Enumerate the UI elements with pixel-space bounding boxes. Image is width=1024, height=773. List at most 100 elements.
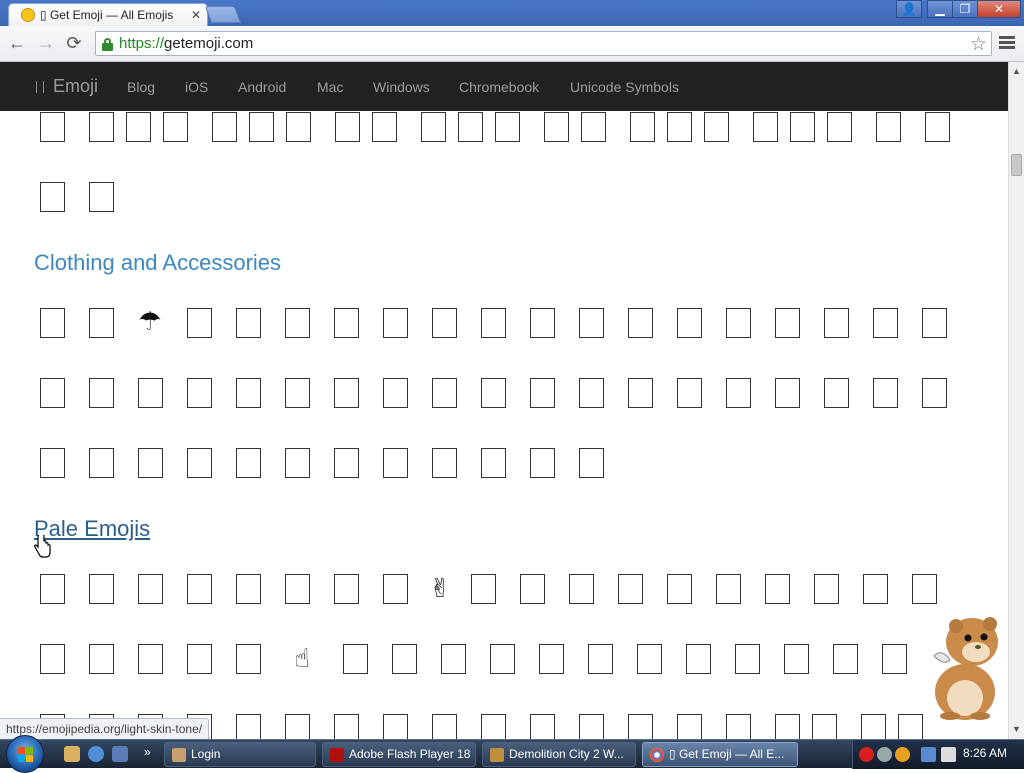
quicklaunch-expand-icon[interactable]: » bbox=[144, 745, 151, 759]
nav-link-android[interactable]: Android bbox=[238, 79, 286, 95]
emoji-glyph-box[interactable] bbox=[286, 112, 311, 142]
emoji-glyph-box[interactable] bbox=[236, 714, 261, 739]
emoji-glyph-box[interactable] bbox=[40, 112, 65, 142]
emoji-glyph-box[interactable] bbox=[882, 644, 907, 674]
pointing-up-icon[interactable]: ☝ bbox=[287, 642, 317, 674]
emoji-glyph-box[interactable] bbox=[579, 448, 604, 478]
emoji-glyph-box[interactable] bbox=[89, 112, 114, 142]
emoji-glyph-box[interactable] bbox=[579, 378, 604, 408]
emoji-glyph-box[interactable] bbox=[40, 308, 65, 338]
network-icon[interactable] bbox=[921, 747, 936, 762]
nav-link-ios[interactable]: iOS bbox=[185, 79, 208, 95]
emoji-glyph-box[interactable] bbox=[89, 644, 114, 674]
emoji-glyph-box[interactable] bbox=[383, 448, 408, 478]
umbrella-icon[interactable]: ☂ bbox=[135, 305, 165, 337]
emoji-glyph-box[interactable] bbox=[530, 378, 555, 408]
emoji-glyph-box[interactable] bbox=[334, 308, 359, 338]
emoji-glyph-box[interactable] bbox=[569, 574, 594, 604]
bookmark-star-icon[interactable]: ☆ bbox=[970, 33, 987, 56]
emoji-glyph-box[interactable] bbox=[138, 378, 163, 408]
emoji-glyph-box[interactable] bbox=[490, 644, 515, 674]
emoji-glyph-box[interactable] bbox=[187, 574, 212, 604]
new-tab-button[interactable] bbox=[204, 6, 242, 23]
section-heading-pale-emojis[interactable]: Pale Emojis bbox=[34, 516, 150, 542]
emoji-glyph-box[interactable] bbox=[539, 644, 564, 674]
start-button[interactable] bbox=[6, 735, 44, 773]
emoji-glyph-box[interactable] bbox=[372, 112, 397, 142]
emoji-glyph-box[interactable] bbox=[618, 574, 643, 604]
emoji-glyph-box[interactable] bbox=[581, 112, 606, 142]
emoji-glyph-box[interactable] bbox=[285, 308, 310, 338]
tab-close-icon[interactable]: ✕ bbox=[191, 8, 201, 22]
emoji-glyph-box[interactable] bbox=[187, 448, 212, 478]
emoji-glyph-box[interactable] bbox=[335, 112, 360, 142]
emoji-glyph-box[interactable] bbox=[432, 378, 457, 408]
emoji-glyph-box[interactable] bbox=[863, 574, 888, 604]
emoji-glyph-box[interactable] bbox=[588, 644, 613, 674]
emoji-glyph-box[interactable] bbox=[637, 644, 662, 674]
emoji-glyph-box[interactable] bbox=[40, 574, 65, 604]
volume-icon[interactable] bbox=[941, 747, 956, 762]
quicklaunch-desktop-icon[interactable] bbox=[112, 746, 128, 762]
emoji-glyph-box[interactable] bbox=[40, 182, 65, 212]
security-alert-icon[interactable] bbox=[859, 747, 874, 762]
emoji-glyph-box[interactable] bbox=[138, 574, 163, 604]
emoji-glyph-box[interactable] bbox=[628, 378, 653, 408]
emoji-glyph-box[interactable] bbox=[677, 308, 702, 338]
emoji-glyph-box[interactable] bbox=[753, 112, 778, 142]
nav-link-unicode-symbols[interactable]: Unicode Symbols bbox=[570, 79, 679, 95]
emoji-glyph-box[interactable] bbox=[138, 644, 163, 674]
nav-link-chromebook[interactable]: Chromebook bbox=[459, 79, 539, 95]
address-bar[interactable]: https:// getemoji.com ☆ bbox=[95, 31, 992, 56]
scroll-up-icon[interactable]: ▲ bbox=[1012, 66, 1021, 76]
emoji-glyph-box[interactable] bbox=[579, 714, 604, 739]
hamster-mascot[interactable] bbox=[920, 612, 1010, 722]
emoji-glyph-box[interactable] bbox=[775, 308, 800, 338]
emoji-glyph-box[interactable] bbox=[677, 714, 702, 739]
emoji-glyph-box[interactable] bbox=[383, 308, 408, 338]
emoji-glyph-box[interactable] bbox=[89, 378, 114, 408]
emoji-glyph-box[interactable] bbox=[667, 112, 692, 142]
emoji-glyph-box[interactable] bbox=[481, 714, 506, 739]
back-button[interactable]: ← bbox=[6, 33, 28, 55]
emoji-glyph-box[interactable] bbox=[686, 644, 711, 674]
maximize-button[interactable]: ❐ bbox=[952, 0, 978, 18]
emoji-glyph-box[interactable] bbox=[876, 112, 901, 142]
emoji-glyph-box[interactable] bbox=[187, 308, 212, 338]
emoji-glyph-box[interactable] bbox=[432, 308, 457, 338]
emoji-glyph-box[interactable] bbox=[383, 378, 408, 408]
emoji-glyph-box[interactable] bbox=[432, 448, 457, 478]
emoji-glyph-box[interactable] bbox=[716, 574, 741, 604]
tray-app-icon[interactable] bbox=[877, 747, 892, 762]
emoji-glyph-box[interactable] bbox=[236, 308, 261, 338]
emoji-glyph-box[interactable] bbox=[827, 112, 852, 142]
emoji-glyph-box[interactable] bbox=[677, 378, 702, 408]
emoji-glyph-box[interactable] bbox=[89, 448, 114, 478]
emoji-glyph-box[interactable] bbox=[236, 574, 261, 604]
emoji-glyph-box[interactable] bbox=[765, 574, 790, 604]
emoji-glyph-box[interactable] bbox=[735, 644, 760, 674]
task-adobe-flash-player[interactable]: Adobe Flash Player 18 bbox=[322, 742, 476, 767]
emoji-glyph-box[interactable] bbox=[40, 448, 65, 478]
emoji-glyph-box[interactable] bbox=[726, 308, 751, 338]
emoji-glyph-box[interactable] bbox=[285, 714, 310, 739]
emoji-glyph-box[interactable] bbox=[481, 308, 506, 338]
emoji-glyph-box[interactable] bbox=[922, 378, 947, 408]
emoji-glyph-box[interactable] bbox=[236, 378, 261, 408]
emoji-glyph-box[interactable] bbox=[334, 714, 359, 739]
emoji-glyph-box[interactable] bbox=[126, 112, 151, 142]
emoji-glyph-box[interactable] bbox=[784, 644, 809, 674]
emoji-glyph-box[interactable] bbox=[187, 644, 212, 674]
emoji-glyph-box[interactable] bbox=[334, 574, 359, 604]
emoji-glyph-box[interactable] bbox=[530, 448, 555, 478]
emoji-glyph-box[interactable] bbox=[873, 308, 898, 338]
emoji-glyph-box[interactable] bbox=[285, 574, 310, 604]
task-login[interactable]: Login bbox=[164, 742, 316, 767]
emoji-glyph-box[interactable] bbox=[421, 112, 446, 142]
emoji-glyph-box[interactable] bbox=[667, 574, 692, 604]
emoji-glyph-box[interactable] bbox=[441, 644, 466, 674]
victory-hand-icon[interactable]: ✌ bbox=[425, 572, 455, 604]
emoji-glyph-box[interactable] bbox=[495, 112, 520, 142]
emoji-glyph-box[interactable] bbox=[236, 448, 261, 478]
emoji-glyph-box[interactable] bbox=[925, 112, 950, 142]
